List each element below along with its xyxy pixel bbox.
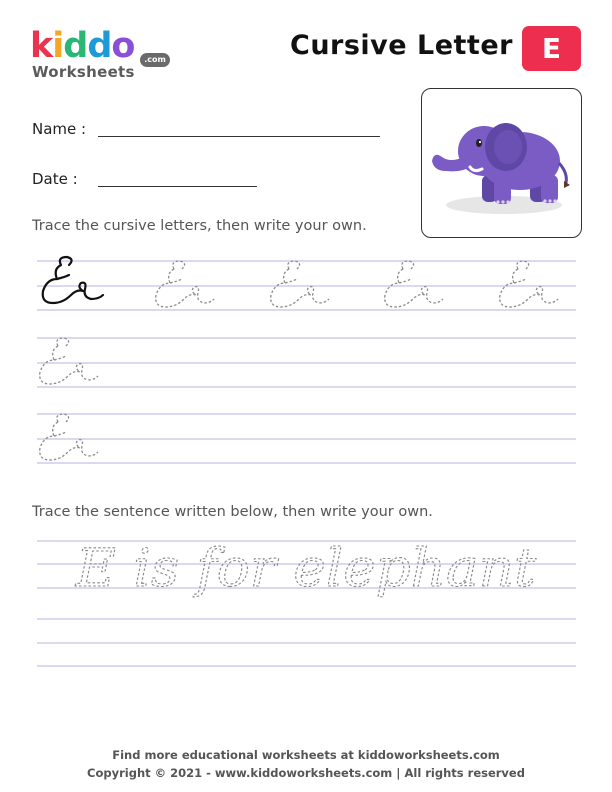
- cursive-ee-model: [37, 251, 107, 311]
- traced-ee-1: [152, 257, 216, 319]
- footer-promo: Find more educational worksheets at kidd…: [112, 748, 500, 762]
- traced-ee-row2: [36, 334, 100, 396]
- traced-ee-4: [496, 257, 560, 319]
- traced-ee-2: [267, 257, 331, 319]
- letter-practice-area: [37, 260, 576, 667]
- traced-ee-3: [381, 257, 445, 319]
- instruction-sentence: Trace the sentence written below, then w…: [32, 504, 433, 520]
- footer-copyright: Copyright © 2021 - www.kiddoworksheets.c…: [87, 766, 525, 780]
- sentence-text: E is for elephant: [75, 539, 536, 599]
- traced-sentence: E is for elephant: [72, 532, 542, 612]
- traced-ee-row3: [36, 410, 100, 472]
